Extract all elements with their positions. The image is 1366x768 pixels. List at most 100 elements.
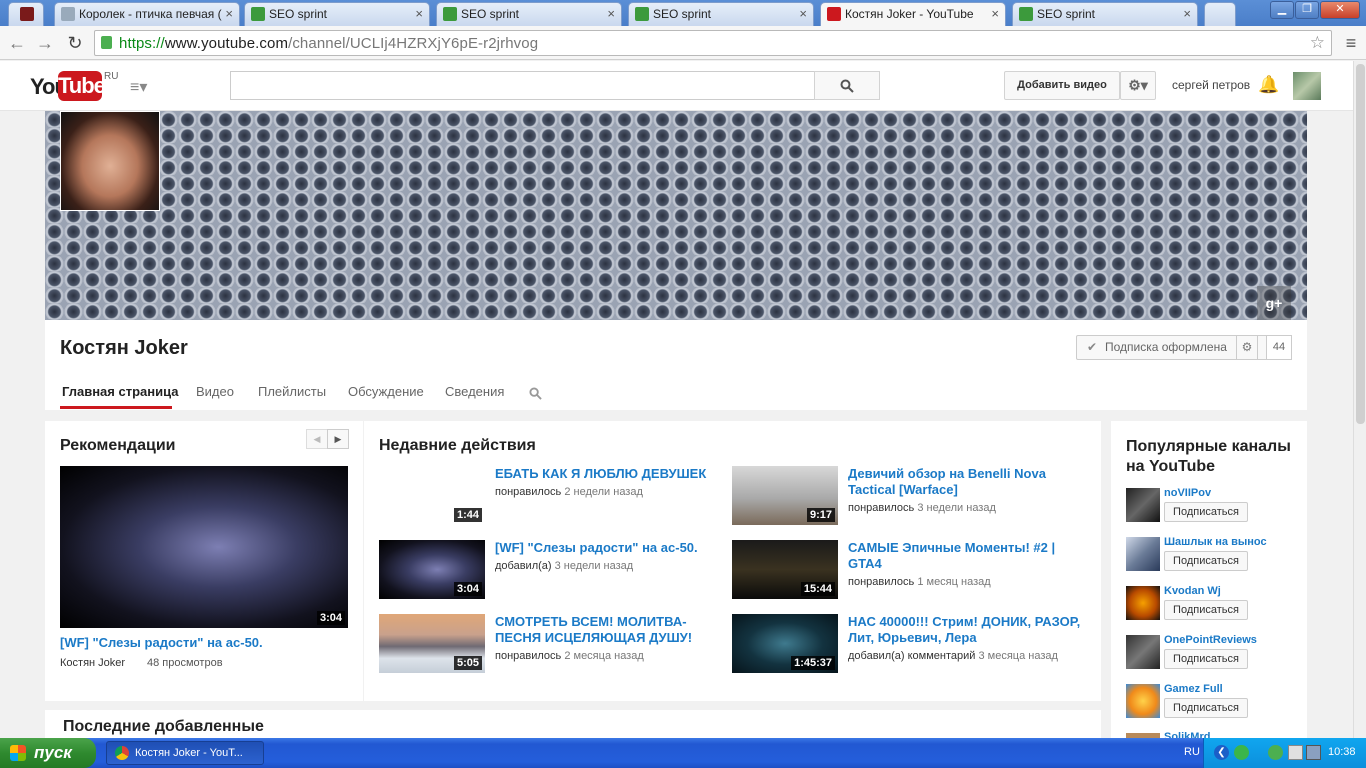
upload-button[interactable]: Добавить видео [1004, 71, 1120, 100]
new-tab-button[interactable] [1204, 2, 1236, 26]
tab-playlists[interactable]: Плейлисты [258, 384, 326, 399]
tab-home[interactable]: Главная страница [62, 384, 178, 399]
activity-thumbnail-5[interactable]: 5:05 [379, 614, 485, 673]
close-icon[interactable]: × [991, 3, 999, 25]
reload-icon[interactable]: ↻ [64, 32, 86, 54]
page-scrollbar[interactable] [1353, 61, 1366, 738]
tab-seo-sprint-3[interactable]: SEO sprint × [628, 2, 814, 26]
gplus-link-icon[interactable]: g+ [1257, 286, 1291, 320]
activity-action-2: понравилось [848, 502, 915, 514]
next-arrow-icon[interactable]: ▶ [327, 429, 349, 449]
search-icon [840, 79, 854, 93]
latest-added-title: Последние добавленные [63, 718, 264, 735]
video-duration: 3:04 [453, 582, 482, 596]
close-window-icon[interactable]: ✕ [1320, 1, 1360, 19]
activity-thumbnail-2[interactable]: 9:17 [732, 466, 838, 525]
tray-info-icon[interactable] [1268, 745, 1283, 760]
popular-channel-name[interactable]: SolikMrd [1164, 731, 1210, 738]
subscribe-button[interactable]: Подписаться [1164, 502, 1248, 522]
youtube-header: You Tube RU ≡▾ Добавить видео ⚙▾ сергей … [0, 61, 1353, 111]
activity-thumbnail-1[interactable]: 1:44 [379, 466, 485, 525]
account-avatar[interactable] [1293, 72, 1321, 100]
activity-title-1[interactable]: ЕБАТЬ КАК Я ЛЮБЛЮ ДЕВУШЕК [495, 466, 715, 482]
activity-title-5[interactable]: СМОТРЕТЬ ВСЕМ! МОЛИТВА-ПЕСНЯ ИСЦЕЛЯЮЩАЯ … [495, 614, 715, 646]
video-duration: 15:44 [800, 582, 835, 596]
close-icon[interactable]: × [607, 3, 615, 25]
channel-avatar[interactable] [1126, 537, 1160, 571]
popular-channel-name[interactable]: Шашлык на вынос [1164, 536, 1267, 548]
youtube-favicon-icon [827, 7, 841, 21]
subscription-settings-icon[interactable]: ⚙ [1236, 335, 1258, 360]
popular-channel-name[interactable]: noVIIPov [1164, 487, 1211, 499]
language-indicator[interactable]: RU [1184, 746, 1200, 758]
minimize-icon[interactable]: ▁ [1270, 1, 1294, 19]
activity-thumbnail-4[interactable]: 15:44 [732, 540, 838, 599]
taskbar-app-chrome[interactable]: Костян Joker - YouT... [106, 741, 264, 765]
subscribe-button[interactable]: Подписаться [1164, 649, 1248, 669]
tab-youtube-active[interactable]: Костян Joker - YouTube × [820, 2, 1006, 27]
close-icon[interactable]: × [415, 3, 423, 25]
recommended-video-title[interactable]: [WF] "Слезы радости" на ас-50. [60, 635, 263, 651]
popular-channel-name[interactable]: Kvodan Wj [1164, 585, 1221, 597]
notification-bell-icon[interactable]: 🔔 [1258, 75, 1279, 95]
start-button[interactable]: пуск [0, 738, 96, 768]
tab-seo-sprint-2[interactable]: SEO sprint × [436, 2, 622, 26]
popular-channel-name[interactable]: Gamez Full [1164, 683, 1223, 695]
username[interactable]: сергей петров [1172, 78, 1250, 92]
channel-name[interactable]: Костян Joker [60, 337, 188, 360]
tab-seo-sprint-1[interactable]: SEO sprint × [244, 2, 430, 26]
recommended-video-author[interactable]: Костян Joker [60, 657, 125, 669]
url-field[interactable]: https://www.youtube.com/channel/UCLIj4HZ… [94, 30, 1332, 56]
activity-title-4[interactable]: САМЫЕ Эпичные Моменты! #2 | GTA4 [848, 540, 1088, 572]
search-input[interactable] [230, 71, 815, 100]
tab-korolek[interactable]: Королек - птичка певчая ( × [54, 2, 240, 26]
subscribe-button[interactable]: Подписаться [1164, 600, 1248, 620]
subscribe-button[interactable]: Подписаться [1164, 698, 1248, 718]
tab-label: SEO sprint [269, 7, 328, 21]
settings-gear-icon[interactable]: ⚙▾ [1120, 71, 1156, 100]
tab-discussion[interactable]: Обсуждение [348, 384, 424, 399]
tab-seo-sprint-4[interactable]: SEO sprint × [1012, 2, 1198, 26]
lock-icon [101, 36, 112, 49]
tray-network-icon[interactable] [1288, 745, 1303, 760]
maximize-icon[interactable]: ❐ [1295, 1, 1319, 19]
channel-avatar[interactable] [60, 111, 160, 211]
activity-title-6[interactable]: НАС 40000!!! Стрим! ДОНИК, РАЗОР, Лит, Ю… [848, 614, 1088, 646]
bookmark-star-icon[interactable]: ☆ [1310, 33, 1325, 53]
activity-title-2[interactable]: Девичий обзор на Benelli Nova Tactical [… [848, 466, 1088, 498]
close-icon[interactable]: × [799, 3, 807, 25]
tab-videos[interactable]: Видео [196, 384, 234, 399]
forward-icon[interactable]: → [34, 32, 56, 54]
seo-sprint-icon [635, 7, 649, 21]
browser-tab-bar: Королек - птичка певчая ( × SEO sprint ×… [0, 0, 1366, 27]
tray-security-icon[interactable] [1234, 745, 1249, 760]
url-text[interactable]: https://www.youtube.com/channel/UCLIj4HZ… [119, 35, 538, 52]
close-icon[interactable]: × [225, 3, 233, 25]
subscribe-button[interactable]: Подписаться [1164, 551, 1248, 571]
scrollbar-thumb[interactable] [1356, 64, 1365, 424]
channel-avatar[interactable] [1126, 586, 1160, 620]
recommended-video-thumbnail[interactable]: 3:04 [60, 466, 348, 628]
subscribe-label: Подписаться [1173, 702, 1239, 714]
channel-avatar[interactable] [1126, 684, 1160, 718]
menu-icon[interactable]: ≡ [1340, 32, 1362, 54]
recommended-video-views: 48 просмотров [147, 657, 223, 669]
channel-search-icon[interactable] [529, 387, 542, 400]
favicon-icon [20, 7, 34, 21]
tab-about[interactable]: Сведения [445, 384, 504, 399]
search-button[interactable] [814, 71, 880, 100]
channel-avatar[interactable] [1126, 488, 1160, 522]
activity-thumbnail-3[interactable]: 3:04 [379, 540, 485, 599]
tray-arrow-icon[interactable]: ❮ [1214, 745, 1229, 760]
prev-arrow-icon[interactable]: ◀ [306, 429, 328, 449]
channel-avatar[interactable] [1126, 635, 1160, 669]
close-icon[interactable]: × [1183, 3, 1191, 25]
activity-thumbnail-6[interactable]: 1:45:37 [732, 614, 838, 673]
guide-menu-icon[interactable]: ≡▾ [130, 77, 154, 97]
popular-channel-name[interactable]: OnePointReviews [1164, 634, 1257, 646]
tray-monitor-icon[interactable] [1306, 745, 1321, 760]
tab-pinned[interactable] [8, 2, 44, 26]
channel-header: g+ Костян Joker ✔ Подписка оформлена ⚙ 4… [45, 111, 1307, 410]
back-icon[interactable]: ← [6, 32, 28, 54]
activity-title-3[interactable]: [WF] "Слезы радости" на ас-50. [495, 540, 715, 556]
